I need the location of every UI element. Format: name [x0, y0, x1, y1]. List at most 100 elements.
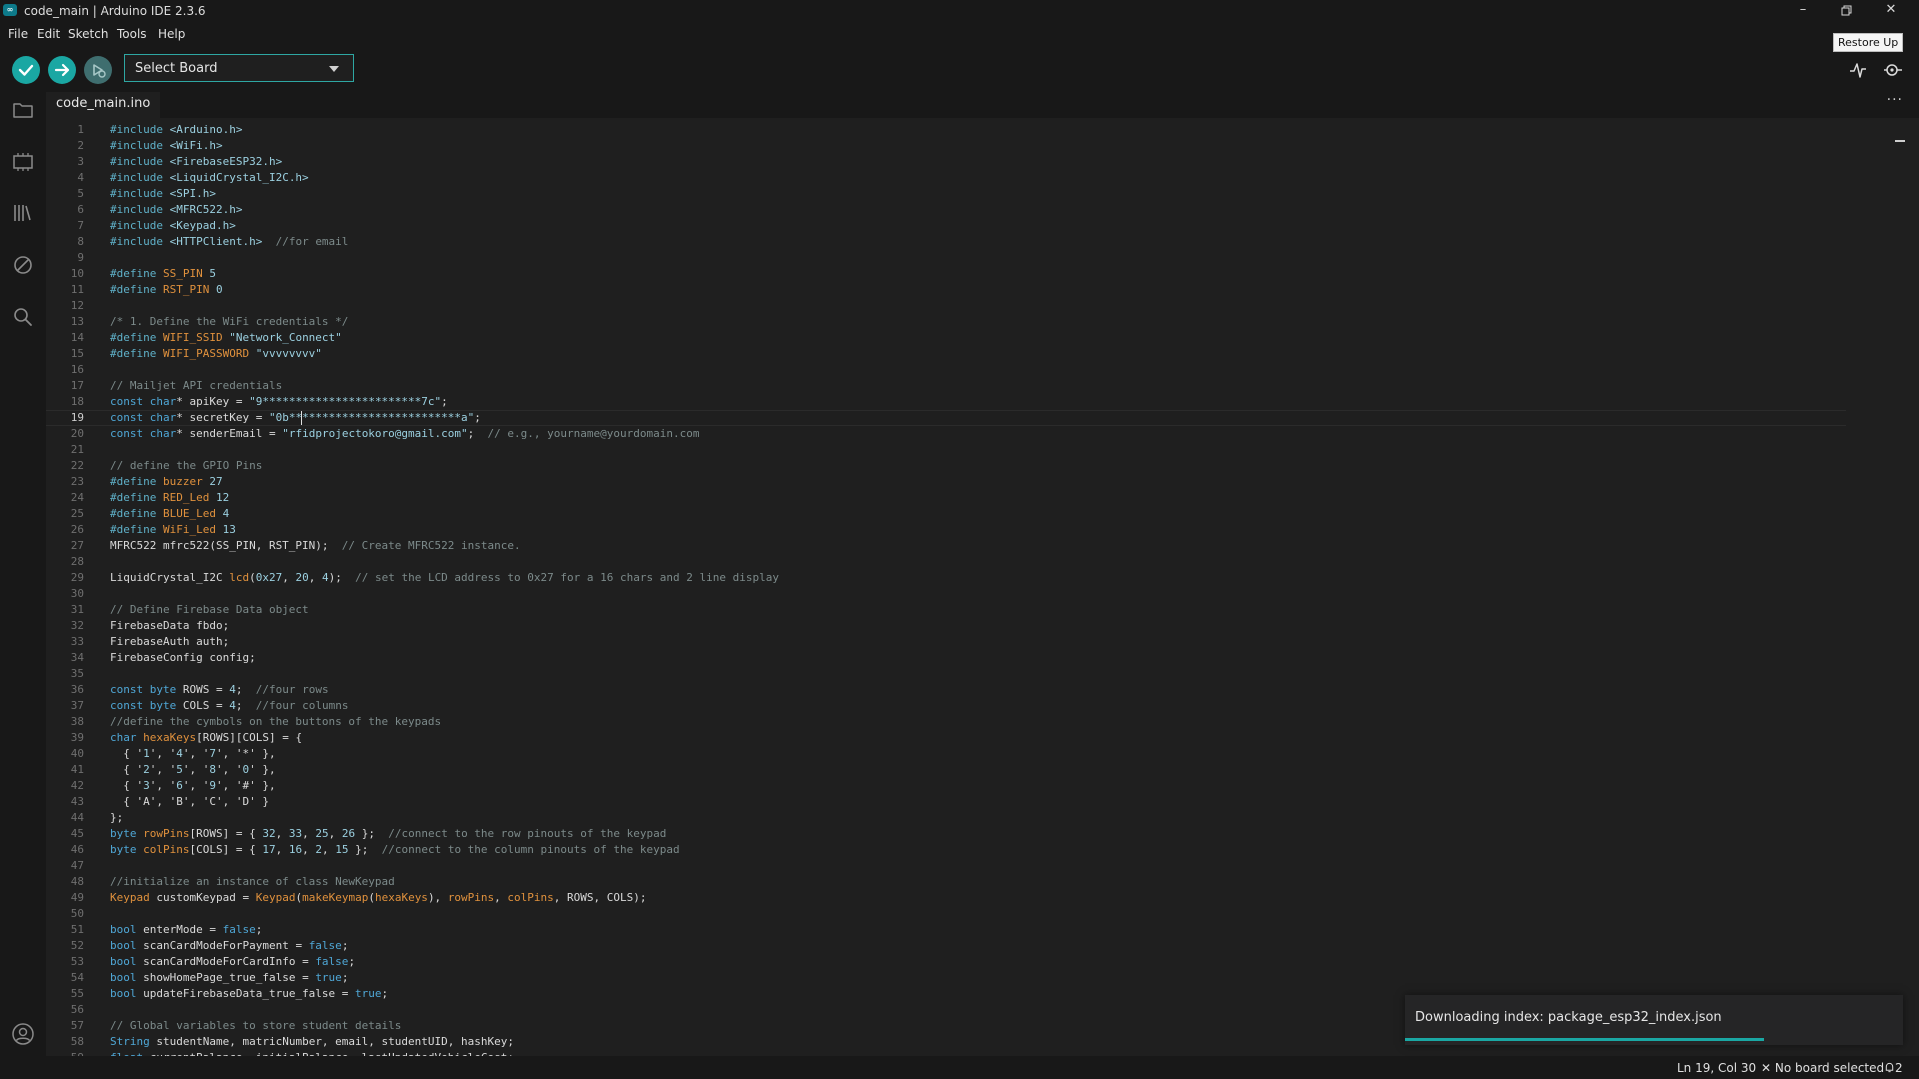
code-line[interactable]: #include <FirebaseESP32.h> [110, 154, 282, 170]
restore-button[interactable] [1825, 0, 1869, 22]
code-line[interactable]: FirebaseConfig config; [110, 650, 256, 666]
code-line[interactable]: const char* senderEmail = "rfidprojectok… [110, 426, 699, 442]
code-line[interactable]: { '3', '6', '9', '#' }, [110, 778, 275, 794]
code-line[interactable]: #define WIFI_PASSWORD "vvvvvvvv" [110, 346, 322, 362]
code-line[interactable]: { 'A', 'B', 'C', 'D' } [110, 794, 269, 810]
code-line[interactable]: FirebaseData fbdo; [110, 618, 229, 634]
editor-tab-strip: code_main.ino ··· [46, 86, 1919, 118]
code-line[interactable]: #define RST_PIN 0 [110, 282, 223, 298]
code-line[interactable]: bool enterMode = false; [110, 922, 262, 938]
menu-file[interactable]: File [8, 27, 28, 41]
upload-button[interactable] [48, 56, 76, 84]
code-line[interactable]: //initialize an instance of class NewKey… [110, 874, 395, 890]
line-number: 31 [70, 603, 84, 616]
line-number: 36 [70, 683, 84, 696]
code-line[interactable]: // Global variables to store student det… [110, 1018, 401, 1034]
code-line[interactable]: { '2', '5', '8', '0' }, [110, 762, 275, 778]
line-number: 39 [70, 731, 84, 744]
code-line[interactable]: byte colPins[COLS] = { 17, 16, 2, 15 }; … [110, 842, 680, 858]
checkmark-icon [18, 64, 34, 76]
code-line[interactable]: #include <HTTPClient.h> //for email [110, 234, 348, 250]
boards-manager-icon[interactable] [11, 150, 35, 174]
close-window-button[interactable]: ✕ [1869, 0, 1913, 22]
arrow-right-icon [54, 63, 70, 77]
line-number: 6 [77, 203, 84, 216]
board-status[interactable]: ✕ No board selected [1761, 1061, 1884, 1075]
line-number: 46 [70, 843, 84, 856]
line-number: 7 [77, 219, 84, 232]
code-line[interactable]: LiquidCrystal_I2C lcd(0x27, 20, 4); // s… [110, 570, 779, 586]
code-line[interactable]: byte rowPins[ROWS] = { 32, 33, 25, 26 };… [110, 826, 666, 842]
line-number: 15 [70, 347, 84, 360]
code-line[interactable]: // Mailjet API credentials [110, 378, 282, 394]
notification-progress-bar [1405, 1038, 1764, 1041]
cursor-position[interactable]: Ln 19, Col 30 [1677, 1061, 1756, 1075]
search-icon[interactable] [11, 305, 35, 329]
account-icon[interactable] [11, 1022, 35, 1046]
code-line[interactable]: char hexaKeys[ROWS][COLS] = { [110, 730, 302, 746]
menu-sketch[interactable]: Sketch [68, 27, 108, 41]
code-line[interactable]: const char* secretKey = "0b*************… [110, 410, 481, 426]
code-line[interactable]: bool showHomePage_true_false = true; [110, 970, 348, 986]
folder-icon[interactable] [11, 98, 35, 122]
close-icon: ✕ [1761, 1061, 1775, 1075]
line-number: 4 [77, 171, 84, 184]
code-line[interactable]: #include <LiquidCrystal_I2C.h> [110, 170, 309, 186]
minimize-button[interactable]: – [1781, 0, 1825, 22]
line-number: 12 [70, 299, 84, 312]
line-number: 20 [70, 427, 84, 440]
code-line[interactable]: const byte ROWS = 4; //four rows [110, 682, 329, 698]
debug-button[interactable] [84, 56, 112, 84]
menu-tools[interactable]: Tools [117, 27, 147, 41]
code-line[interactable]: }; [110, 810, 123, 826]
code-line[interactable]: #define RED_Led 12 [110, 490, 229, 506]
code-editor[interactable]: 1 2 3 4 5 6 7 8 9 10 11 12 13 14 15 16 17 18 19 20 21 22 23 24 2… [46, 118, 1907, 1056]
code-line[interactable]: bool scanCardModeForPayment = false; [110, 938, 348, 954]
line-number: 50 [70, 907, 84, 920]
code-line[interactable]: bool scanCardModeForCardInfo = false; [110, 954, 355, 970]
code-line[interactable]: Keypad customKeypad = Keypad(makeKeymap(… [110, 890, 647, 906]
code-line[interactable]: MFRC522 mfrc522(SS_PIN, RST_PIN); // Cre… [110, 538, 521, 554]
line-number: 32 [70, 619, 84, 632]
code-line[interactable]: { '1', '4', '7', '*' }, [110, 746, 275, 762]
more-actions-button[interactable]: ··· [1887, 92, 1903, 108]
code-line[interactable]: // Define Firebase Data object [110, 602, 309, 618]
line-number: 49 [70, 891, 84, 904]
code-line[interactable]: #include <Arduino.h> [110, 122, 242, 138]
notifications-status[interactable]: 2 [1884, 1061, 1903, 1075]
debug-icon [93, 64, 106, 78]
code-line[interactable]: #define WiFi_Led 13 [110, 522, 236, 538]
line-number: 3 [77, 155, 84, 168]
code-line[interactable]: #include <MFRC522.h> [110, 202, 242, 218]
library-manager-icon[interactable] [11, 201, 35, 225]
code-line[interactable]: //define the cymbols on the buttons of t… [110, 714, 441, 730]
serial-plotter-icon[interactable] [1848, 60, 1868, 80]
code-line[interactable]: String studentName, matricNumber, email,… [110, 1034, 514, 1050]
line-number: 48 [70, 875, 84, 888]
code-line[interactable]: /* 1. Define the WiFi credentials */ [110, 314, 348, 330]
debug-disabled-icon[interactable] [11, 253, 35, 277]
serial-monitor-icon[interactable] [1883, 60, 1903, 80]
board-select-dropdown[interactable]: Select Board [124, 54, 354, 82]
line-number: 10 [70, 267, 84, 280]
code-line[interactable]: #define buzzer 27 [110, 474, 223, 490]
line-number: 44 [70, 811, 84, 824]
code-line[interactable]: #include <Keypad.h> [110, 218, 236, 234]
code-line[interactable]: #include <SPI.h> [110, 186, 216, 202]
code-line[interactable]: #define BLUE_Led 4 [110, 506, 229, 522]
code-line[interactable]: FirebaseAuth auth; [110, 634, 229, 650]
code-line[interactable]: // define the GPIO Pins [110, 458, 262, 474]
menu-help[interactable]: Help [158, 27, 185, 41]
tab-code-main[interactable]: code_main.ino [46, 92, 161, 118]
code-line[interactable]: const byte COLS = 4; //four columns [110, 698, 348, 714]
line-number: 58 [70, 1035, 84, 1048]
code-line[interactable]: bool updateFirebaseData_true_false = tru… [110, 986, 388, 1002]
code-line[interactable]: #define WIFI_SSID "Network_Connect" [110, 330, 342, 346]
menu-edit[interactable]: Edit [37, 27, 60, 41]
code-line[interactable]: const char* apiKey = "9*****************… [110, 394, 448, 410]
code-line[interactable]: #include <WiFi.h> [110, 138, 223, 154]
line-number: 2 [77, 139, 84, 152]
board-select-label: Select Board [135, 61, 218, 76]
code-line[interactable]: #define SS_PIN 5 [110, 266, 216, 282]
verify-button[interactable] [12, 56, 40, 84]
